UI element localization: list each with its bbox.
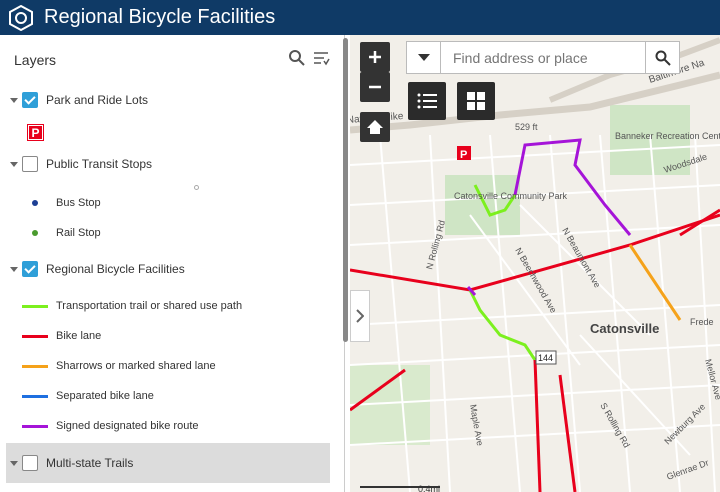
legend-label: Bike lane	[56, 330, 102, 342]
panel-icons	[288, 49, 330, 67]
layer-label: Regional Bicycle Facilities	[46, 262, 185, 276]
map-canvas: P 144 Baltimore Na Nationa Pike 529 ft B…	[350, 35, 720, 492]
search-source-dropdown[interactable]	[407, 42, 441, 73]
map-label: Catonsville	[590, 321, 659, 336]
zoom-in-button[interactable]	[360, 42, 390, 72]
map-label: Frede	[690, 317, 714, 327]
list-icon	[417, 93, 437, 109]
panel-title: Layers	[14, 52, 57, 68]
map-label: 529 ft	[515, 122, 538, 132]
zoom-out-button[interactable]	[360, 72, 390, 102]
map-label: Catonsville Community Park	[454, 191, 568, 201]
chevron-right-icon	[356, 309, 364, 323]
panel-scrollbar[interactable]	[343, 38, 348, 342]
caret-icon[interactable]	[10, 97, 18, 103]
separated-swatch	[22, 394, 48, 398]
home-icon	[367, 120, 383, 134]
layer-park-ride[interactable]: Park and Ride Lots	[10, 92, 148, 108]
basemap-gallery-button[interactable]	[457, 82, 495, 120]
loading-icon	[194, 185, 199, 190]
search-icon[interactable]	[288, 49, 306, 67]
layer-label: Park and Ride Lots	[46, 93, 149, 107]
plus-icon	[369, 51, 381, 63]
legend-label: Signed designated bike route	[56, 420, 199, 432]
legend-signed: Signed designated bike route	[22, 420, 199, 432]
transit-checkbox[interactable]	[22, 156, 38, 172]
parking-icon: P	[27, 124, 44, 141]
app-logo-icon	[9, 4, 33, 31]
scale-bar: 0.4mi	[418, 484, 440, 492]
legend-trail: Transportation trail or shared use path	[22, 300, 242, 312]
multistate-checkbox[interactable]	[22, 455, 38, 471]
caret-icon[interactable]	[10, 266, 18, 272]
legend-separated: Separated bike lane	[22, 390, 154, 402]
trail-swatch	[22, 304, 48, 308]
layer-label: Public Transit Stops	[46, 157, 153, 171]
minus-icon	[369, 85, 381, 89]
layer-bike[interactable]: Regional Bicycle Facilities	[10, 261, 185, 277]
legend-label: Separated bike lane	[56, 390, 154, 402]
legend-label: Bus Stop	[56, 197, 101, 209]
legend-label: Sharrows or marked shared lane	[56, 360, 216, 372]
grid-icon	[467, 92, 485, 110]
layer-transit[interactable]: Public Transit Stops	[10, 156, 152, 172]
sharrows-swatch	[22, 364, 48, 368]
signed-swatch	[22, 424, 48, 428]
legend-label: Transportation trail or shared use path	[56, 300, 243, 312]
search-bar	[406, 41, 680, 74]
route-shield: 144	[538, 353, 553, 363]
app-header: Regional Bicycle Facilities	[0, 0, 720, 35]
legend-rail: Rail Stop	[22, 227, 101, 239]
caret-icon[interactable]	[10, 460, 18, 466]
home-button[interactable]	[360, 112, 390, 142]
filter-icon[interactable]	[312, 49, 330, 67]
park-ride-checkbox[interactable]	[22, 92, 38, 108]
svg-text:P: P	[460, 149, 467, 161]
legend-sharrows: Sharrows or marked shared lane	[22, 360, 216, 372]
chevron-down-icon	[417, 53, 430, 61]
map-view[interactable]: P 144 Baltimore Na Nationa Pike 529 ft B…	[350, 35, 720, 492]
legend-bus: Bus Stop	[22, 197, 101, 209]
legend-bike-lane: Bike lane	[22, 330, 101, 342]
bike-checkbox[interactable]	[22, 261, 38, 277]
legend-list-button[interactable]	[408, 82, 446, 120]
map-label: Banneker Recreation Center	[615, 131, 720, 141]
caret-icon[interactable]	[10, 161, 18, 167]
layers-panel: Layers Park and Ride Lots P Public Trans…	[0, 35, 345, 492]
app-title: Regional Bicycle Facilities	[44, 6, 276, 28]
bike-lane-swatch	[22, 334, 48, 338]
rail-stop-icon	[32, 230, 38, 236]
search-icon	[655, 50, 671, 66]
layer-multistate[interactable]: Multi-state Trails	[10, 455, 133, 471]
legend-label: Rail Stop	[56, 227, 101, 239]
search-input[interactable]	[441, 49, 645, 66]
layer-label: Multi-state Trails	[46, 456, 134, 470]
search-button[interactable]	[645, 42, 679, 73]
bus-stop-icon	[32, 200, 38, 206]
collapse-panel-button[interactable]	[350, 290, 370, 342]
